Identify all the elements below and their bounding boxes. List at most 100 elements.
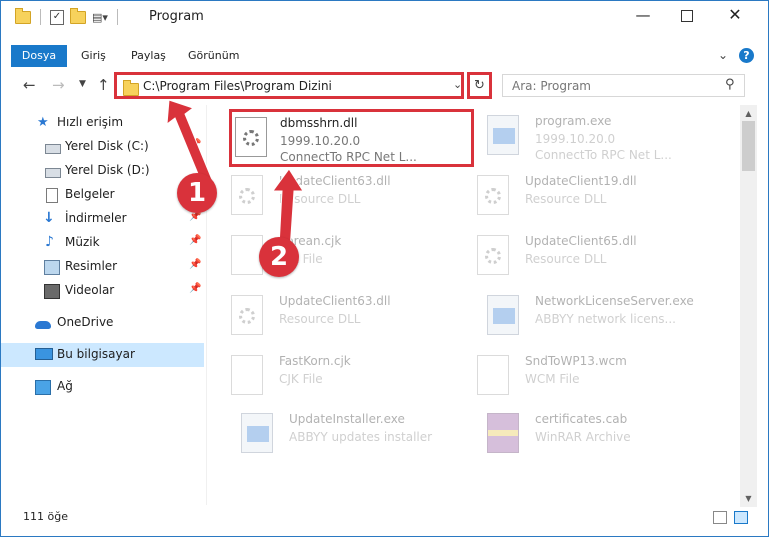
gear-icon bbox=[239, 308, 255, 324]
file-tile[interactable]: certificates.cab WinRAR Archive bbox=[469, 405, 714, 463]
annotation-badge-1: 1 bbox=[177, 173, 217, 213]
item-count: 111 öğe bbox=[23, 510, 68, 523]
document-icon bbox=[46, 188, 58, 203]
sidebar-item-label: İndirmeler bbox=[65, 211, 127, 225]
exe-icon bbox=[241, 413, 273, 453]
scroll-up-icon[interactable]: ▲ bbox=[740, 105, 757, 122]
file-tile[interactable]: UpdateClient65.dll Resource DLL bbox=[459, 227, 704, 285]
minimize-button[interactable]: — bbox=[621, 1, 665, 31]
tab-file[interactable]: Dosya bbox=[11, 45, 67, 67]
back-button[interactable]: ← bbox=[23, 76, 36, 94]
address-row: ← → ▼ ↑ C:\Program Files\Program Dizini … bbox=[1, 71, 768, 101]
tab-home[interactable]: Giriş bbox=[81, 45, 106, 67]
search-input[interactable]: Ara: Program ⚲ bbox=[502, 74, 745, 97]
recent-locations-icon[interactable]: ▼ bbox=[79, 79, 86, 89]
exe-icon bbox=[487, 115, 519, 155]
scroll-down-icon[interactable]: ▼ bbox=[740, 490, 757, 507]
search-placeholder: Ara: Program bbox=[512, 79, 591, 93]
maximize-button[interactable] bbox=[665, 1, 709, 31]
details-view-icon[interactable] bbox=[713, 511, 727, 524]
sidebar-item-this-pc[interactable]: Bu bilgisayar bbox=[1, 343, 204, 367]
tab-view[interactable]: Görünüm bbox=[188, 45, 239, 67]
file-name: dbmsshrn.dll bbox=[280, 116, 358, 130]
sidebar-item-label: Ağ bbox=[57, 379, 73, 393]
sidebar-item-label: Resimler bbox=[65, 259, 118, 273]
file-name: FastKorn.cjk bbox=[279, 354, 351, 368]
sidebar-item-label: Belgeler bbox=[65, 187, 115, 201]
folder-icon bbox=[123, 80, 139, 96]
refresh-button[interactable]: ↻ bbox=[467, 72, 492, 99]
tab-share[interactable]: Paylaş bbox=[131, 45, 166, 67]
file-tile[interactable]: FastKorn.cjk CJK File bbox=[213, 347, 458, 405]
file-tile-dbmsshrn[interactable]: dbmsshrn.dll 1999.10.20.0 ConnectTo RPC … bbox=[229, 109, 474, 167]
forward-button[interactable]: → bbox=[52, 76, 65, 94]
toolbar-divider bbox=[40, 9, 41, 25]
archive-icon bbox=[487, 413, 519, 453]
blank-file-icon bbox=[477, 355, 509, 395]
ribbon-tabs: Dosya Giriş Paylaş Görünüm ⌄ ? bbox=[1, 45, 768, 67]
file-tile[interactable]: UpdateClient63.dll Resource DLL bbox=[213, 287, 458, 345]
scroll-thumb[interactable] bbox=[742, 121, 755, 171]
file-description: ABBYY updates installer bbox=[289, 430, 433, 444]
file-description: ABBYY network licens... bbox=[535, 312, 676, 326]
sidebar-item-label: Hızlı erişim bbox=[57, 115, 124, 129]
dll-gear-icon bbox=[477, 175, 509, 215]
download-icon: ↓ bbox=[43, 210, 55, 226]
file-tile-program[interactable]: program.exe 1999.10.20.0 ConnectTo RPC N… bbox=[469, 107, 714, 165]
file-type: CJK File bbox=[279, 372, 323, 386]
help-icon[interactable]: ? bbox=[739, 48, 754, 63]
file-tile[interactable]: UpdateClient19.dll Resource DLL bbox=[459, 167, 704, 225]
file-type: Resource DLL bbox=[525, 192, 607, 206]
sidebar-item-label: Bu bilgisayar bbox=[57, 347, 135, 361]
sidebar-item-music[interactable]: ♪ Müzik 📌 bbox=[1, 231, 204, 255]
drive-icon bbox=[45, 168, 61, 178]
file-name: UpdateClient19.dll bbox=[525, 174, 637, 188]
new-folder-icon[interactable] bbox=[70, 7, 86, 24]
file-type: WinRAR Archive bbox=[535, 430, 631, 444]
network-icon bbox=[35, 380, 51, 395]
exe-icon bbox=[487, 295, 519, 335]
up-button[interactable]: ↑ bbox=[97, 76, 110, 94]
sidebar-item-network[interactable]: Ağ bbox=[1, 375, 204, 399]
sidebar-item-pictures[interactable]: Resimler 📌 bbox=[1, 255, 204, 279]
customize-toolbar-icon[interactable]: ▤▾ bbox=[92, 11, 108, 24]
sidebar-item-label: OneDrive bbox=[57, 315, 114, 329]
toolbar-divider bbox=[116, 9, 118, 25]
file-name: SndToWP13.wcm bbox=[525, 354, 627, 368]
sidebar-item-videos[interactable]: Videolar 📌 bbox=[1, 279, 204, 303]
status-bar: 111 öğe bbox=[1, 507, 768, 531]
close-button[interactable]: ✕ bbox=[713, 1, 757, 31]
expand-ribbon-icon[interactable]: ⌄ bbox=[718, 48, 728, 62]
sidebar-item-label: Yerel Disk (D:) bbox=[65, 163, 150, 177]
pin-icon: 📌 bbox=[189, 235, 202, 246]
file-name: program.exe bbox=[535, 114, 612, 128]
pin-icon: 📌 bbox=[189, 259, 202, 270]
chevron-down-icon[interactable]: ⌄ bbox=[453, 78, 462, 91]
file-name: UpdateClient63.dll bbox=[279, 294, 391, 308]
sidebar-item-label: Müzik bbox=[65, 235, 100, 249]
gear-icon bbox=[485, 188, 501, 204]
file-type: WCM File bbox=[525, 372, 580, 386]
dll-gear-icon bbox=[231, 295, 263, 335]
dll-gear-icon bbox=[235, 117, 267, 157]
tiles-view-icon[interactable] bbox=[734, 511, 748, 524]
file-tile[interactable]: UpdateInstaller.exe ABBYY updates instal… bbox=[223, 405, 468, 463]
vertical-scrollbar[interactable]: ▲ ▼ bbox=[740, 105, 757, 507]
search-icon: ⚲ bbox=[725, 77, 735, 92]
file-name: NetworkLicenseServer.exe bbox=[535, 294, 694, 308]
sidebar-item-onedrive[interactable]: OneDrive bbox=[1, 311, 204, 335]
drive-icon bbox=[45, 144, 61, 154]
window-title: Program bbox=[149, 9, 204, 24]
file-type: Resource DLL bbox=[525, 252, 607, 266]
quick-access-toolbar: ✓ ▤▾ bbox=[15, 7, 121, 25]
sidebar-item-downloads[interactable]: ↓ İndirmeler 📌 bbox=[1, 207, 204, 231]
properties-icon[interactable]: ✓ bbox=[50, 9, 64, 25]
file-tile[interactable]: SndToWP13.wcm WCM File bbox=[459, 347, 704, 405]
file-name: UpdateInstaller.exe bbox=[289, 412, 405, 426]
file-tile[interactable]: NetworkLicenseServer.exe ABBYY network l… bbox=[469, 287, 714, 345]
gear-icon bbox=[243, 130, 259, 146]
file-description: ConnectTo RPC Net L... bbox=[535, 148, 672, 162]
file-name: certificates.cab bbox=[535, 412, 628, 426]
dll-gear-icon bbox=[477, 235, 509, 275]
folder-icon bbox=[15, 7, 31, 24]
